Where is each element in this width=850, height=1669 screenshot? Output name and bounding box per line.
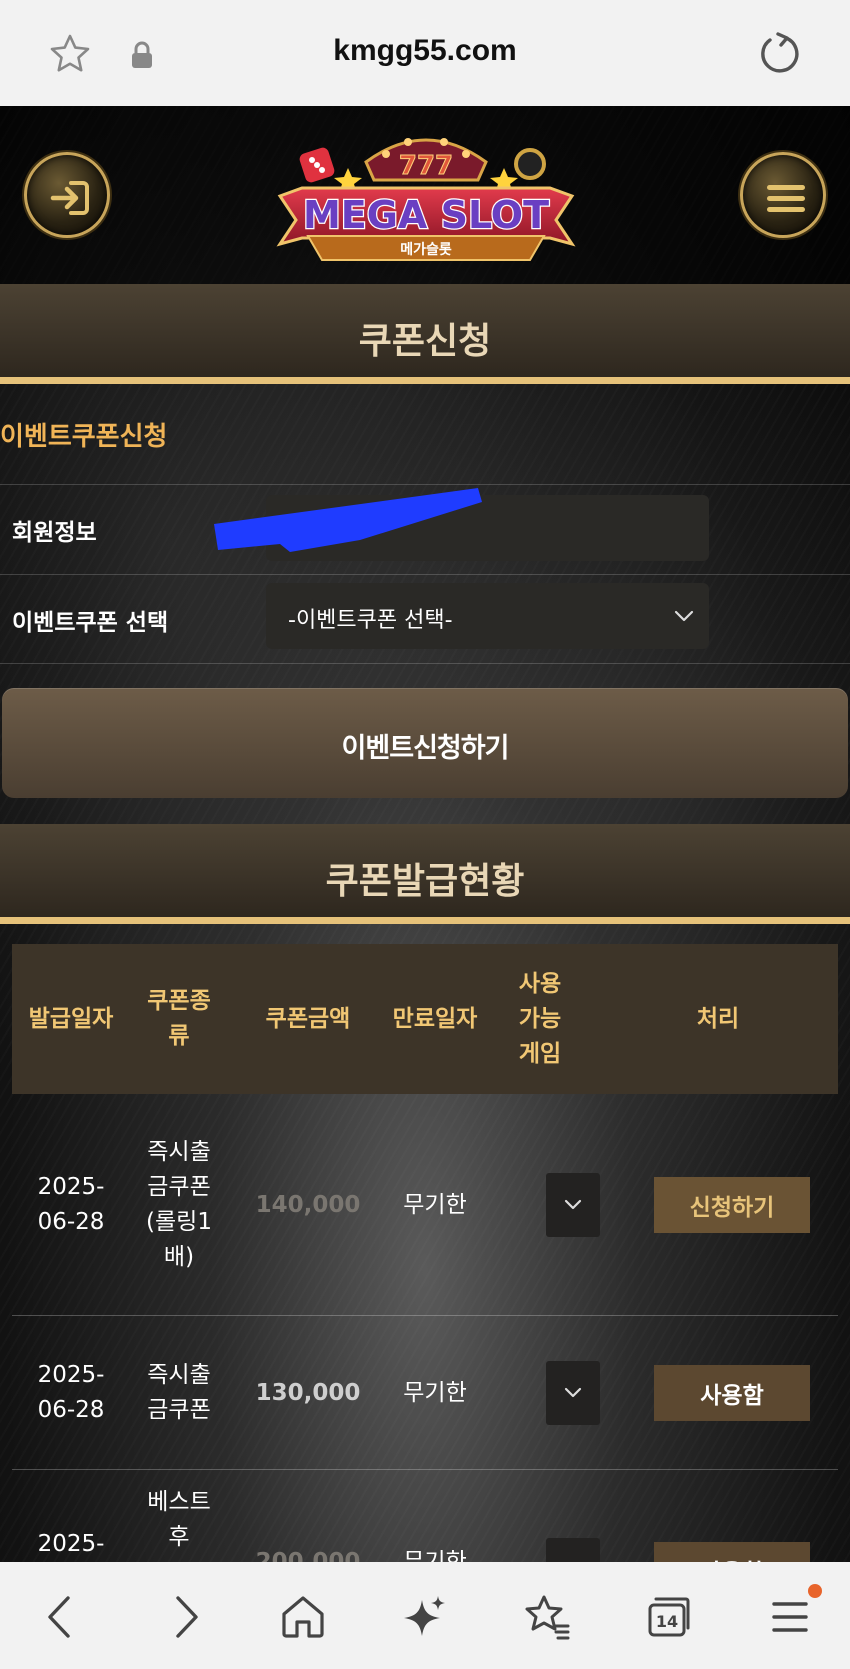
coupon-apply-section-header: 쿠폰신청: [0, 284, 850, 384]
cell-expiry: 무기한: [403, 1379, 467, 1406]
menu-button[interactable]: [740, 152, 826, 238]
tabs-icon[interactable]: 14: [644, 1592, 694, 1642]
browser-top-bar: kmgg55.com: [0, 0, 850, 106]
table-row: 2025- 베스트후 200,000 무기한 사용함: [12, 1470, 838, 1562]
cell-coupon-amount: 200,000: [255, 1548, 361, 1563]
column-header-available-games: 사용가능게임: [518, 970, 562, 1067]
available-games-select[interactable]: [546, 1538, 600, 1562]
column-header-issue-date: 발급일자: [28, 1005, 114, 1032]
logo-subtitle: 메가슬롯: [400, 242, 452, 258]
back-arrow-icon[interactable]: [36, 1592, 86, 1642]
home-icon[interactable]: [278, 1592, 328, 1642]
coupon-status-section-header: 쿠폰발급현황: [0, 824, 850, 924]
logo-title: MEGA SLOT: [303, 193, 549, 237]
column-header-coupon-type: 쿠폰종류: [147, 988, 211, 1049]
login-button[interactable]: [24, 152, 110, 238]
forward-arrow-icon[interactable]: [160, 1592, 210, 1642]
event-coupon-select[interactable]: -이벤트쿠폰 선택-: [266, 583, 709, 649]
cell-coupon-amount: 140,000: [255, 1191, 361, 1218]
tab-count: 14: [656, 1612, 678, 1631]
menu-icon[interactable]: [766, 1592, 816, 1642]
chevron-down-icon: [674, 610, 694, 622]
cell-issue-date: 2025-06-28: [37, 1174, 105, 1235]
login-icon: [50, 181, 89, 215]
cell-coupon-type: 베스트후: [147, 1489, 211, 1550]
apply-coupon-button[interactable]: 신청하기: [654, 1177, 810, 1233]
coupon-table-header: 발급일자 쿠폰종류 쿠폰금액 만료일자 사용가능게임 처리: [12, 944, 838, 1094]
hamburger-icon: [767, 185, 805, 212]
sparkle-icon[interactable]: [400, 1592, 450, 1642]
event-apply-button-label: 이벤트신청하기: [341, 733, 510, 764]
site-content: 777 MEGA SLOT 메가슬롯 쿠폰신청 이벤트쿠폰신청 회원정보 이벤트…: [0, 106, 850, 1562]
favorites-icon[interactable]: [522, 1592, 572, 1642]
chevron-down-icon: [564, 1387, 582, 1398]
mega-slot-logo[interactable]: 777 MEGA SLOT 메가슬롯: [268, 124, 584, 274]
column-header-expiry-date: 만료일자: [392, 1005, 478, 1032]
event-apply-button[interactable]: 이벤트신청하기: [2, 688, 848, 798]
svg-text:777: 777: [399, 151, 453, 181]
event-coupon-subheading: 이벤트쿠폰신청: [0, 422, 168, 452]
cell-coupon-amount: 130,000: [255, 1379, 361, 1406]
cell-expiry: 무기한: [403, 1548, 467, 1563]
cell-issue-date: 2025-: [37, 1530, 105, 1557]
column-header-coupon-amount: 쿠폰금액: [265, 1005, 351, 1032]
table-row: 2025-06-28 즉시출금쿠폰(롤링1배) 140,000 무기한 신청하기: [12, 1094, 838, 1316]
available-games-select[interactable]: [546, 1361, 600, 1425]
notification-dot: [808, 1584, 822, 1598]
column-header-action: 처리: [696, 1005, 740, 1032]
table-row: 2025-06-28 즉시출금쿠폰 130,000 무기한 사용함: [12, 1316, 838, 1470]
section-title: 쿠폰신청: [358, 321, 492, 362]
cell-issue-date: 2025-06-28: [37, 1362, 105, 1423]
redaction-scribble: [214, 488, 482, 552]
chevron-down-icon: [564, 1199, 582, 1210]
used-coupon-button[interactable]: 사용함: [654, 1542, 810, 1562]
used-coupon-button[interactable]: 사용함: [654, 1365, 810, 1421]
cell-coupon-type: 즉시출금쿠폰(롤링1배): [146, 1139, 212, 1270]
available-games-select[interactable]: [546, 1173, 600, 1237]
section-title: 쿠폰발급현황: [325, 861, 525, 902]
site-header: 777 MEGA SLOT 메가슬롯: [0, 106, 850, 284]
address-bar-url[interactable]: kmgg55.com: [0, 34, 850, 68]
cell-expiry: 무기한: [403, 1191, 467, 1218]
event-coupon-select-label: 이벤트쿠폰 선택: [12, 610, 169, 636]
event-coupon-select-value: -이벤트쿠폰 선택-: [288, 608, 453, 633]
reload-icon[interactable]: [756, 30, 802, 76]
cell-coupon-type: 즉시출금쿠폰: [147, 1362, 211, 1423]
event-coupon-select-row: 이벤트쿠폰 선택 -이벤트쿠폰 선택-: [0, 574, 850, 664]
browser-bottom-nav: 14: [0, 1562, 850, 1669]
member-info-label: 회원정보: [12, 520, 97, 546]
